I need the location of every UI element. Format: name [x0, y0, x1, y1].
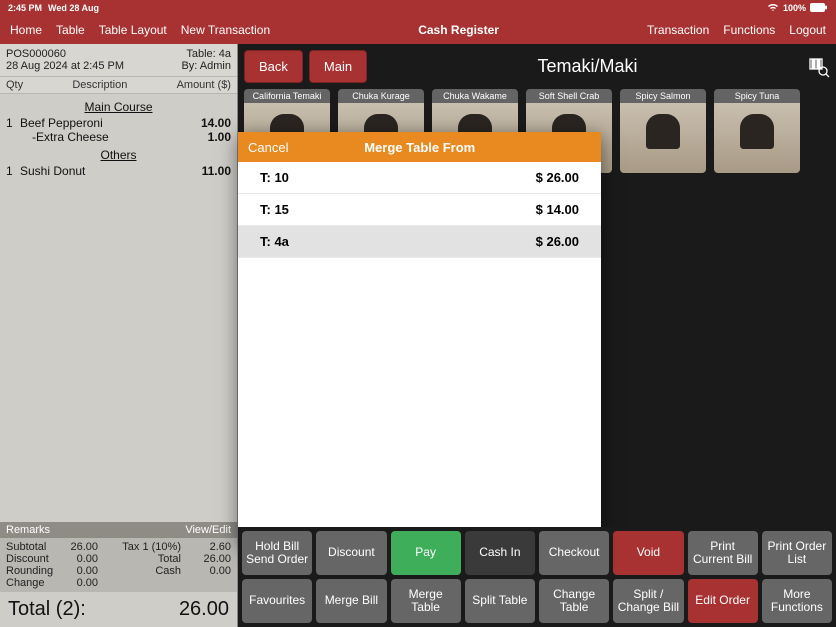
- product-tile[interactable]: Spicy Salmon: [620, 89, 706, 173]
- order-by: By: Admin: [181, 60, 231, 72]
- app-title: Cash Register: [270, 23, 647, 37]
- battery-icon: [810, 3, 828, 14]
- product-label: Chuka Kurage: [338, 89, 424, 103]
- pos-id: POS000060: [6, 48, 66, 60]
- action-more-functions[interactable]: MoreFunctions: [762, 579, 832, 623]
- action-split-table[interactable]: Split Table: [465, 579, 535, 623]
- merge-table-row[interactable]: T: 4a$ 26.00: [238, 226, 601, 258]
- totals-row: Discount0.00Total26.00: [6, 553, 231, 565]
- battery-percent: 100%: [783, 3, 806, 13]
- status-time: 2:45 PM: [8, 3, 42, 13]
- action-checkout[interactable]: Checkout: [539, 531, 609, 575]
- action-pay[interactable]: Pay: [391, 531, 461, 575]
- product-label: Chuka Wakame: [432, 89, 518, 103]
- remarks-label: Remarks: [6, 524, 50, 536]
- product-label: California Temaki: [244, 89, 330, 103]
- order-table: Table: 4a: [186, 48, 231, 60]
- action-hold-bill-send-order[interactable]: Hold BillSend Order: [242, 531, 312, 575]
- col-desc: Description: [72, 79, 127, 91]
- order-line[interactable]: -Extra Cheese1.00: [6, 130, 231, 144]
- wifi-icon: [767, 2, 779, 14]
- merge-table-row[interactable]: T: 10$ 26.00: [238, 162, 601, 194]
- product-image: [714, 103, 800, 173]
- product-label: Spicy Salmon: [620, 89, 706, 103]
- merge-table-row[interactable]: T: 15$ 14.00: [238, 194, 601, 226]
- nav-functions[interactable]: Functions: [723, 23, 775, 37]
- action-print-order-list[interactable]: Print OrderList: [762, 531, 832, 575]
- action-favourites[interactable]: Favourites: [242, 579, 312, 623]
- back-button[interactable]: Back: [244, 50, 303, 83]
- totals-row: Subtotal26.00Tax 1 (10%)2.60: [6, 541, 231, 553]
- col-qty: Qty: [6, 79, 23, 91]
- course-title: Main Course: [6, 100, 231, 114]
- action-print-current-bill[interactable]: PrintCurrent Bill: [688, 531, 758, 575]
- order-line[interactable]: 1Sushi Donut11.00: [6, 164, 231, 178]
- product-label: Spicy Tuna: [714, 89, 800, 103]
- status-bar: 2:45 PM Wed 28 Aug 100%: [0, 0, 836, 16]
- product-label: Soft Shell Crab: [526, 89, 612, 103]
- nav-table[interactable]: Table: [56, 23, 85, 37]
- nav-transaction[interactable]: Transaction: [647, 23, 709, 37]
- grand-total-label: Total (2):: [8, 598, 86, 621]
- top-nav: Home Table Table Layout New Transaction Cas…: [0, 16, 836, 44]
- col-amount: Amount ($): [177, 79, 231, 91]
- action-split-change-bill[interactable]: Split /Change Bill: [613, 579, 683, 623]
- nav-logout[interactable]: Logout: [789, 23, 826, 37]
- category-title: Temaki/Maki: [373, 56, 802, 77]
- action-merge-bill[interactable]: Merge Bill: [316, 579, 386, 623]
- totals-row: Rounding0.00Cash0.00: [6, 565, 231, 577]
- grand-total-value: 26.00: [179, 598, 229, 621]
- barcode-search-icon[interactable]: [808, 56, 830, 78]
- nav-table-layout[interactable]: Table Layout: [99, 23, 167, 37]
- totals-row: Change0.00: [6, 577, 231, 589]
- product-tile[interactable]: Spicy Tuna: [714, 89, 800, 173]
- action-void[interactable]: Void: [613, 531, 683, 575]
- action-discount[interactable]: Discount: [316, 531, 386, 575]
- modal-cancel-button[interactable]: Cancel: [248, 140, 288, 155]
- main-button[interactable]: Main: [309, 50, 367, 83]
- action-cash-in[interactable]: Cash In: [465, 531, 535, 575]
- action-merge-table[interactable]: Merge Table: [391, 579, 461, 623]
- order-timestamp: 28 Aug 2024 at 2:45 PM: [6, 60, 124, 72]
- modal-title: Merge Table From: [288, 140, 551, 155]
- product-image: [620, 103, 706, 173]
- nav-home[interactable]: Home: [10, 23, 42, 37]
- order-line[interactable]: 1Beef Pepperoni14.00: [6, 116, 231, 130]
- nav-new-transaction[interactable]: New Transaction: [181, 23, 270, 37]
- merge-table-modal: Cancel Merge Table From T: 10$ 26.00T: 1…: [238, 132, 601, 544]
- order-panel: POS000060 Table: 4a 28 Aug 2024 at 2:45 …: [0, 44, 238, 627]
- course-title: Others: [6, 148, 231, 162]
- action-edit-order[interactable]: Edit Order: [688, 579, 758, 623]
- status-date: Wed 28 Aug: [48, 3, 99, 13]
- remarks-view-edit[interactable]: View/Edit: [185, 524, 231, 536]
- action-change-table[interactable]: ChangeTable: [539, 579, 609, 623]
- action-grid: Hold BillSend OrderDiscountPayCash InChe…: [238, 527, 836, 627]
